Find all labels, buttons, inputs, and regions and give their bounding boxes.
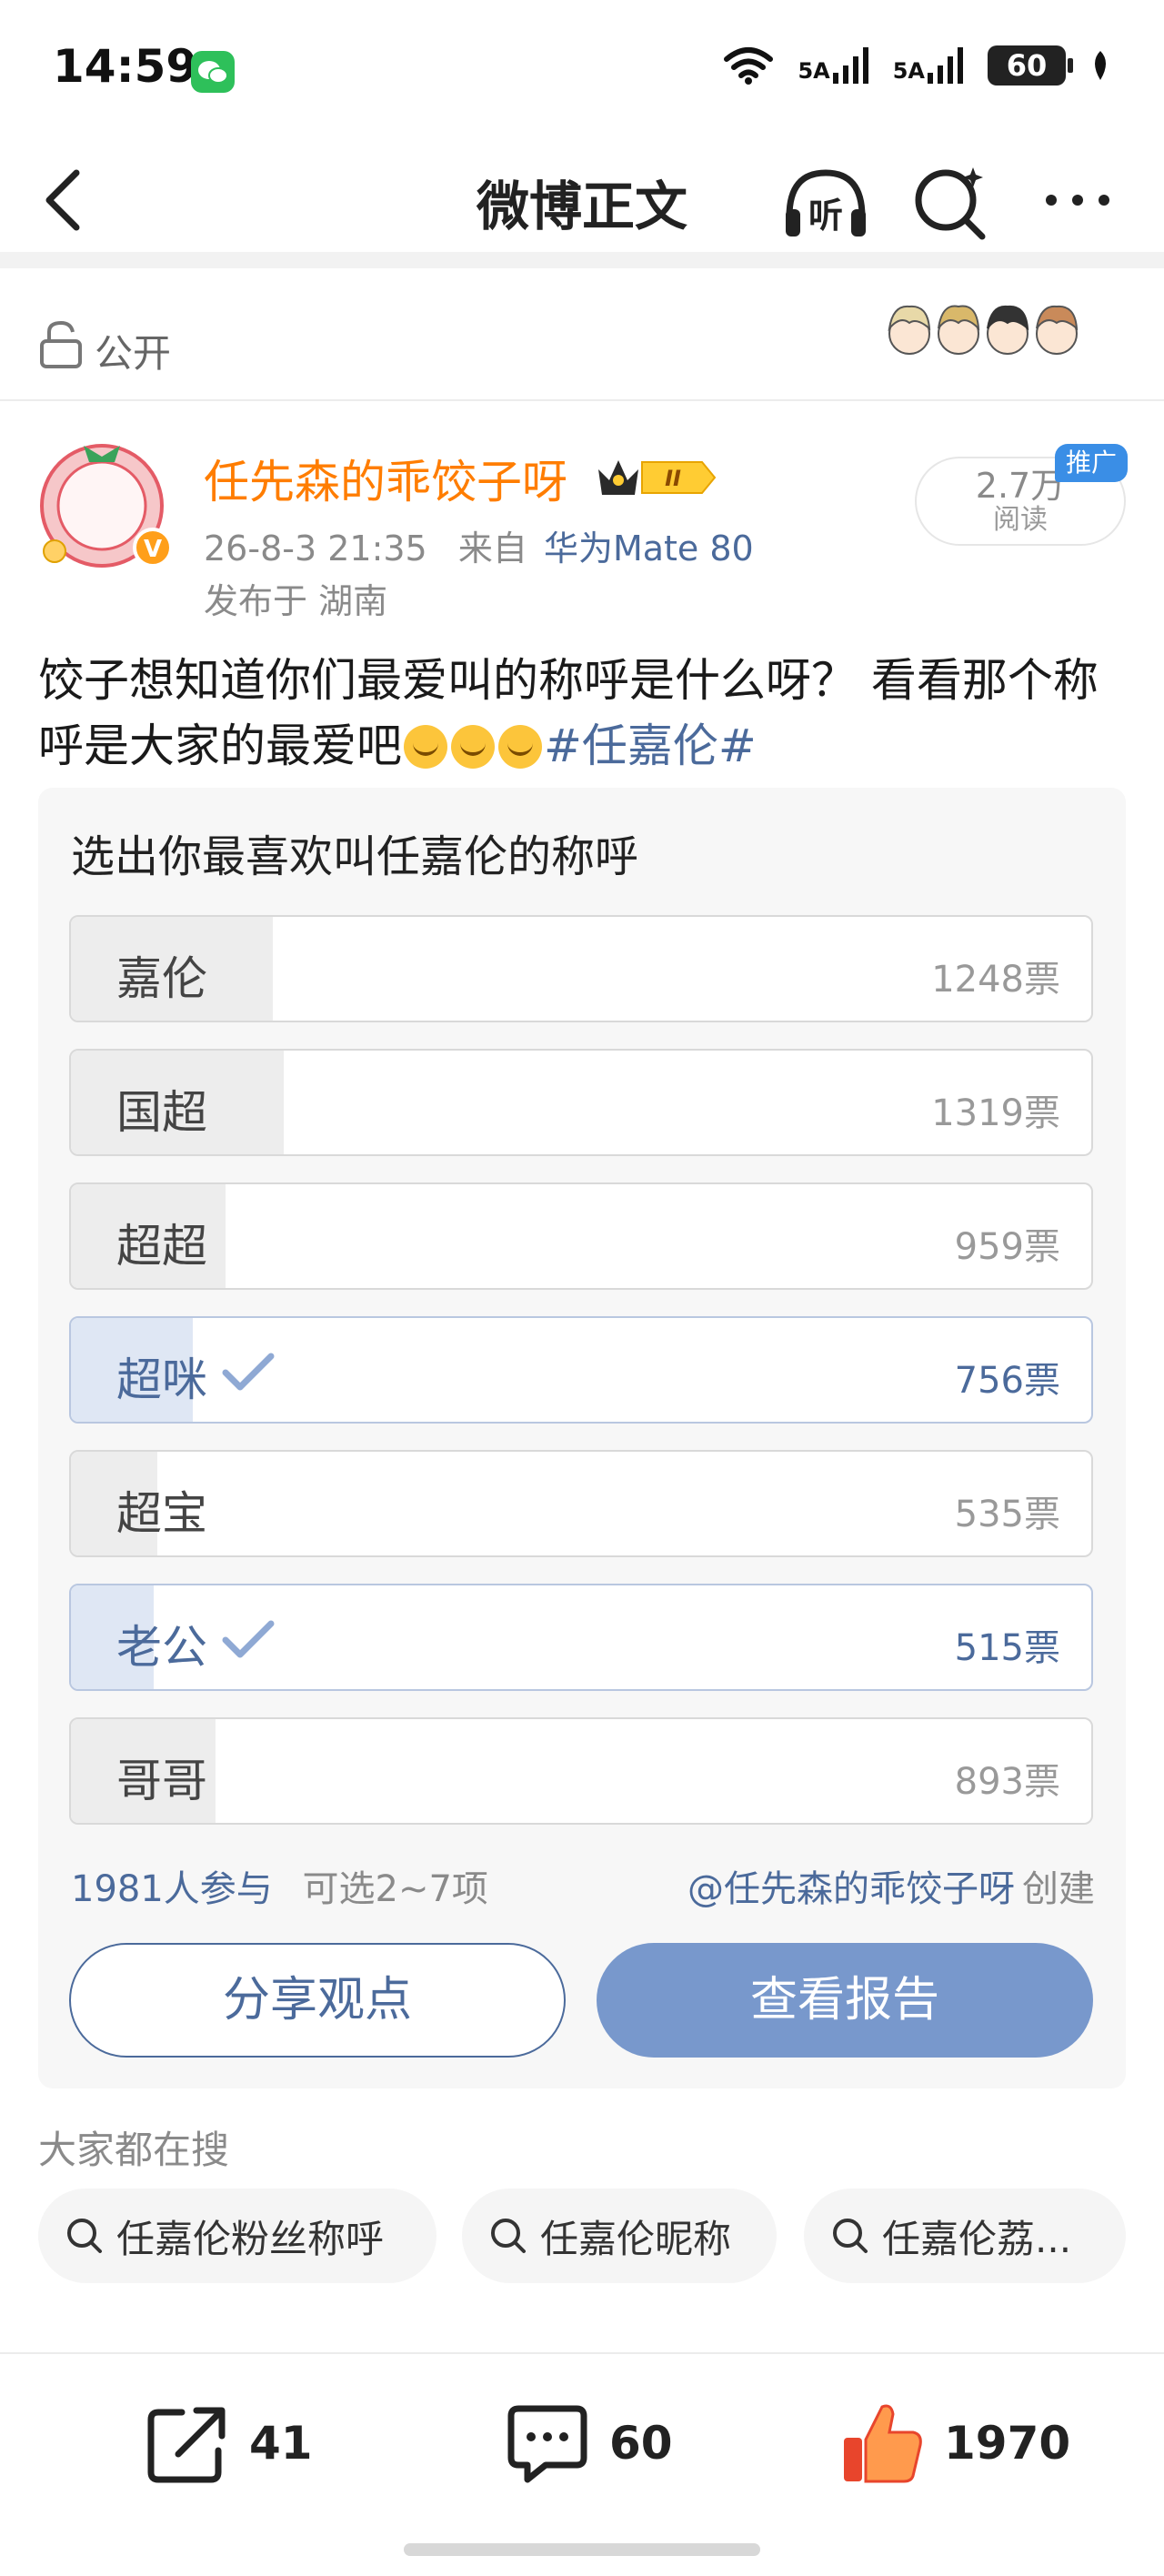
leaf-icon: [1095, 51, 1106, 80]
post-meta: 26-8-3 21:35 来自 华为Mate 80: [204, 520, 754, 570]
visibility-row: 公开: [0, 285, 1164, 401]
poll-option-label: 哥哥: [116, 1755, 207, 1807]
status-bar: 14:59 5A 5A 60: [0, 0, 1164, 136]
trending-chip[interactable]: 任嘉伦荔...: [804, 2189, 1126, 2283]
check-icon: [222, 1353, 275, 1391]
check-icon: [222, 1620, 275, 1658]
poll-option-label: 超宝: [116, 1487, 207, 1540]
lock-icon: [40, 320, 82, 368]
poll-option-votes: 535票: [954, 1494, 1060, 1535]
more-options-button[interactable]: [1037, 164, 1119, 236]
cartoon-characters-decoration: [888, 305, 1079, 355]
view-report-button[interactable]: 查看报告: [597, 1943, 1093, 2058]
poll-rule: 可选2~7项: [302, 1868, 488, 1910]
search-icon: [491, 2219, 526, 2253]
vip-level: II: [665, 466, 681, 491]
home-indicator[interactable]: [404, 2543, 760, 2556]
poll-option-label: 超咪: [116, 1353, 207, 1406]
poll-option[interactable]: 超咪 756票: [69, 1316, 1093, 1424]
signal-bars-icon: [832, 47, 868, 84]
trending-chip-label: 任嘉伦昵称: [540, 2216, 732, 2261]
smile-emoji-icon: [498, 725, 542, 769]
post-device[interactable]: 华为Mate 80: [544, 528, 754, 569]
trending-chip-label: 任嘉伦粉丝称呼: [116, 2216, 385, 2261]
reads-label: 阅读: [993, 504, 1048, 536]
status-time: 14:59: [53, 40, 198, 93]
status-indicators: 5A 5A 60: [723, 45, 1111, 86]
repost-icon: [147, 2407, 226, 2483]
poll-creator-suffix: 创建: [1022, 1868, 1095, 1910]
post-source-prefix: 来自: [457, 528, 527, 569]
poll-option-label: 国超: [116, 1086, 207, 1139]
poll-option-votes: 1319票: [931, 1092, 1060, 1134]
network-label-2: 5A: [892, 58, 925, 84]
visibility-label: 公开: [95, 331, 172, 376]
post-text: 饺子想知道你们最爱叫的称呼是什么呀？ 看看那个称呼是大家的最爱吧 #任嘉伦#: [38, 648, 1129, 779]
author-avatar[interactable]: V: [36, 435, 175, 573]
poll-option-votes: 515票: [954, 1627, 1060, 1669]
trending-chip-label: 任嘉伦荔...: [882, 2216, 1072, 2261]
post-location: 发布于 湖南: [204, 581, 388, 621]
wifi-icon: [724, 47, 774, 85]
comment-button[interactable]: 60: [506, 2400, 673, 2487]
poll-option-label: 老公: [116, 1621, 207, 1674]
trending-chip[interactable]: 任嘉伦昵称: [462, 2189, 777, 2283]
search-button[interactable]: [909, 162, 991, 244]
signal-2: 5A: [893, 47, 964, 84]
comment-icon: [507, 2405, 587, 2483]
listen-label: 听: [808, 196, 843, 236]
author-name[interactable]: 任先森的乖饺子呀: [204, 446, 567, 511]
smile-emoji-icon: [451, 725, 495, 769]
repost-button[interactable]: 41: [146, 2400, 313, 2487]
poll-option-votes: 893票: [954, 1761, 1060, 1803]
trending-label: 大家都在搜: [38, 2128, 230, 2172]
signal-bars-icon: [928, 47, 963, 84]
poll-option[interactable]: 哥哥 893票: [69, 1717, 1093, 1825]
listen-button[interactable]: 听: [780, 162, 871, 244]
poll-option-votes: 756票: [954, 1360, 1060, 1402]
top-navigation-bar: 微博正文 听: [0, 136, 1164, 268]
bottom-action-bar: 41 60 1970: [0, 2352, 1164, 2527]
poll-option[interactable]: 国超 1319票: [69, 1049, 1093, 1156]
poll-option-label: 超超: [116, 1220, 207, 1273]
search-icon: [833, 2219, 868, 2253]
repost-count: 41: [249, 2417, 313, 2470]
promotion-tag[interactable]: 推广: [1055, 444, 1128, 482]
battery-indicator: 60: [988, 45, 1073, 86]
post-hashtag[interactable]: #任嘉伦#: [544, 719, 757, 772]
search-icon: [67, 2219, 102, 2253]
more-icon: [1046, 195, 1109, 206]
like-icon: [844, 2404, 922, 2483]
smile-emoji-icon: [404, 725, 447, 769]
like-count: 1970: [944, 2417, 1071, 2470]
poll-option[interactable]: 超超 959票: [69, 1182, 1093, 1290]
comment-count: 60: [609, 2417, 673, 2470]
poll-title: 选出你最喜欢叫任嘉伦的称呼: [71, 831, 639, 882]
poll-creator-link[interactable]: @任先森的乖饺子呀: [687, 1868, 1015, 1910]
wechat-notification-icon: [191, 51, 235, 93]
share-opinion-button[interactable]: 分享观点: [69, 1943, 566, 2058]
poll-option-label: 嘉伦: [116, 952, 207, 1005]
poll-option-votes: 959票: [954, 1226, 1060, 1268]
poll-card: 选出你最喜欢叫任嘉伦的称呼 嘉伦 1248票国超 1319票超超 959票超咪 756票…: [38, 788, 1126, 2088]
poll-footer: 1981人参与 可选2~7项 @任先森的乖饺子呀 创建: [71, 1859, 1095, 1912]
like-button[interactable]: 1970: [840, 2400, 1070, 2487]
signal-1: 5A: [798, 47, 868, 84]
poll-option[interactable]: 老公 515票: [69, 1584, 1093, 1691]
search-icon: [915, 167, 986, 240]
headphones-icon: 听: [786, 169, 866, 236]
poll-creator: @任先森的乖饺子呀 创建: [687, 1859, 1095, 1912]
poll-participants: 1981人参与: [71, 1868, 273, 1910]
svg-text:V: V: [144, 536, 162, 563]
avatar-image: V: [40, 444, 173, 568]
trending-chip[interactable]: 任嘉伦粉丝称呼: [38, 2189, 436, 2283]
poll-option[interactable]: 嘉伦 1248票: [69, 915, 1093, 1022]
vip-crown-badge: II: [598, 460, 717, 495]
network-label-1: 5A: [798, 58, 830, 84]
poll-option[interactable]: 超宝 535票: [69, 1450, 1093, 1557]
poll-option-votes: 1248票: [931, 959, 1060, 1001]
post-datetime: 26-8-3 21:35: [204, 528, 427, 569]
